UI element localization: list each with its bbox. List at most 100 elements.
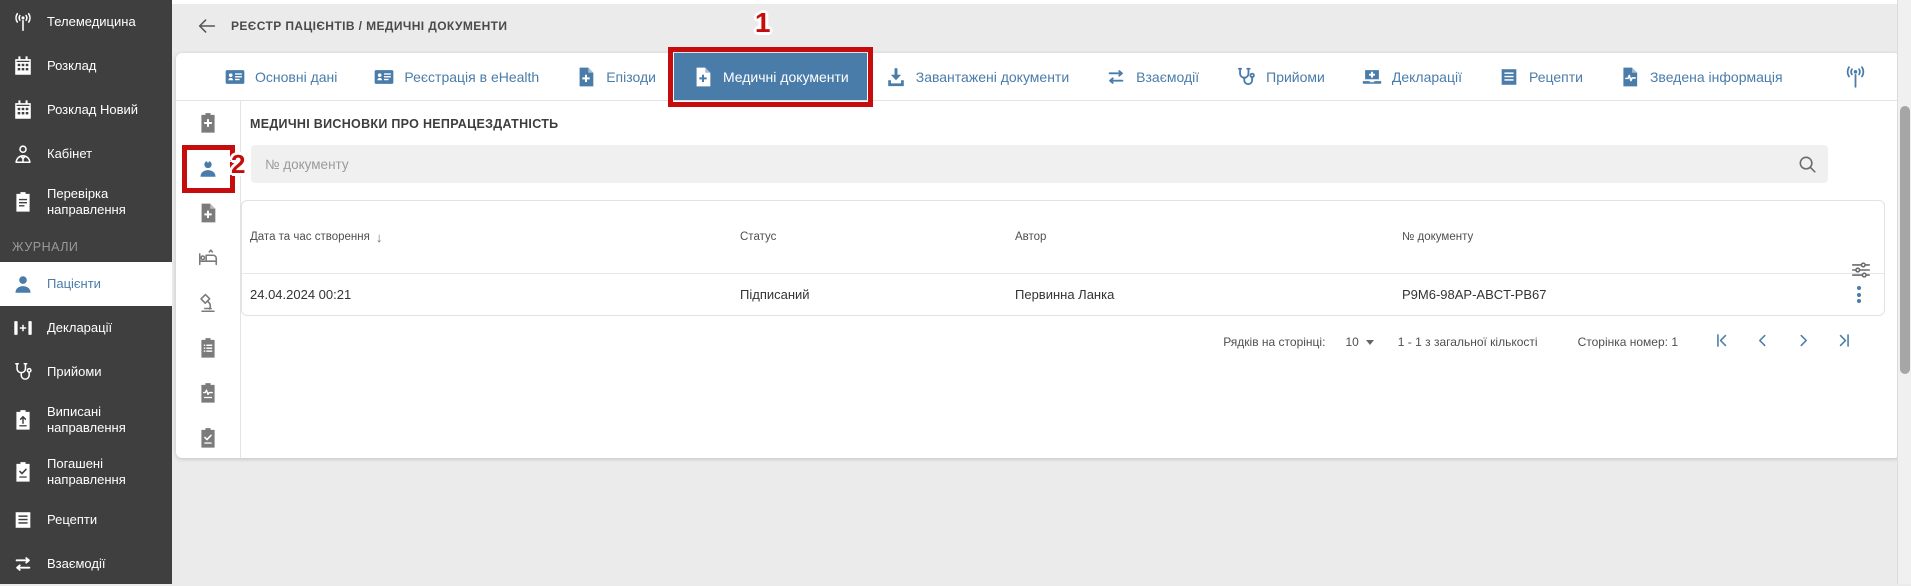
sidebar-item-schedule[interactable]: Розклад (0, 44, 172, 88)
scrollbar-thumb[interactable] (1900, 106, 1910, 374)
sidebar-item-label: Рецепти (47, 512, 155, 528)
laptop-plus-icon (1361, 66, 1383, 88)
stethoscope-icon (1235, 66, 1257, 88)
table-row[interactable]: 24.04.2024 00:21 Підписаний Первинна Лан… (242, 274, 1884, 315)
receipt-icon (12, 509, 34, 531)
last-page-icon (1835, 331, 1854, 350)
back-arrow-icon[interactable] (196, 15, 218, 37)
column-header-doc-number: № документу (1394, 231, 1836, 243)
vertical-scrollbar[interactable] (1897, 0, 1911, 584)
search-button[interactable] (1796, 153, 1818, 175)
page-number-label: Сторінка номер: 1 (1578, 335, 1678, 349)
microscope-icon (197, 292, 219, 314)
range-label: 1 - 1 з загальної кількості (1398, 335, 1538, 349)
bed-icon (197, 247, 219, 269)
sidebar-item-issued-referrals[interactable]: Виписані направлення (0, 394, 172, 446)
sidebar-item-label: Прийоми (47, 364, 155, 380)
annotation-step-2: 2 (231, 149, 245, 180)
filter-button[interactable] (1850, 259, 1872, 281)
strip-item-clipboard-pulse[interactable] (197, 382, 219, 404)
strip-item-file-plus[interactable] (197, 202, 219, 224)
tab-label: Взаємодії (1136, 69, 1199, 85)
sidebar-section-journals: ЖУРНАЛИ (0, 228, 172, 262)
sidebar-item-label: Погашені направлення (47, 456, 155, 489)
previous-page-button[interactable] (1753, 331, 1772, 353)
column-header-status: Статус (732, 231, 1007, 243)
cell-status: Підписаний (732, 287, 1007, 302)
sidebar-item-schedule-new[interactable]: Розклад Новий (0, 88, 172, 132)
cell-doc-number: P9M6-98AP-ABCT-PB67 (1394, 287, 1836, 302)
tab-episodes[interactable]: Епізоди (557, 53, 674, 100)
sidebar-item-redeemed-referrals[interactable]: Погашені направлення (0, 446, 172, 498)
first-page-button[interactable] (1712, 331, 1731, 353)
sidebar-item-label: Розклад Новий (47, 102, 155, 118)
tab-prescriptions[interactable]: Рецепти (1480, 53, 1601, 100)
clipboard-lines-icon (12, 191, 34, 213)
next-page-button[interactable] (1794, 331, 1813, 353)
sidebar: Телемедицина Розклад Розклад Новий Кабін… (0, 0, 172, 584)
file-plus-icon (575, 66, 597, 88)
sort-desc-icon[interactable]: ↓ (376, 230, 383, 245)
file-plus-icon (692, 66, 714, 88)
antenna-icon (1843, 64, 1868, 89)
declaration-icon (12, 317, 34, 339)
column-header-created[interactable]: Дата та час створення ↓ (242, 230, 732, 245)
strip-item-hospitalization[interactable] (197, 247, 219, 269)
strip-item-clipboard-check[interactable] (197, 427, 219, 449)
search-input[interactable] (251, 145, 1828, 183)
strip-item-clipboard-plus[interactable] (197, 112, 219, 134)
sidebar-item-appointments[interactable]: Прийоми (0, 350, 172, 394)
tab-medical-documents[interactable]: Медичні документи 1 (674, 53, 867, 100)
file-pulse-icon (1619, 66, 1641, 88)
tab-main-data[interactable]: Основні дані (206, 53, 355, 100)
tab-label: Епізоди (606, 69, 656, 85)
sidebar-item-declarations[interactable]: Декларації (0, 306, 172, 350)
tab-summary-info[interactable]: Зведена інформація (1601, 53, 1801, 100)
breadcrumb: РЕЄСТР ПАЦІЄНТІВ / МЕДИЧНІ ДОКУМЕНТИ (231, 19, 507, 33)
tab-label: Реєстрація в eHealth (404, 69, 539, 85)
sidebar-item-label: Декларації (47, 320, 155, 336)
sidebar-item-cabinet[interactable]: Кабінет (0, 132, 172, 176)
strip-item-diagnostics[interactable] (197, 292, 219, 314)
chevron-right-icon (1794, 331, 1813, 350)
rows-per-page-label: Рядків на сторінці: (1223, 335, 1325, 349)
id-card-icon (373, 66, 395, 88)
swap-arrows-icon (12, 553, 34, 575)
rows-per-page-value: 10 (1345, 335, 1358, 349)
tab-label: Завантажені документи (916, 69, 1069, 85)
breadcrumb-bar: РЕЄСТР ПАЦІЄНТІВ / МЕДИЧНІ ДОКУМЕНТИ (172, 4, 507, 48)
tab-ehealth-registration[interactable]: Реєстрація в eHealth (355, 53, 557, 100)
strip-item-clipboard-list[interactable] (197, 337, 219, 359)
clipboard-check-icon (197, 427, 219, 449)
first-page-icon (1712, 331, 1731, 350)
sidebar-item-telemedicine[interactable]: Телемедицина (0, 0, 172, 44)
document-type-strip: 2 (176, 100, 241, 458)
sidebar-item-referral-check[interactable]: Перевірка направлення (0, 176, 172, 228)
medical-documents-panel: МЕДИЧНІ ВИСНОВКИ ПРО НЕПРАЦЕЗДАТНІСТЬ Да… (240, 100, 1900, 458)
search-icon (1796, 153, 1818, 175)
clipboard-list-icon (197, 337, 219, 359)
sidebar-item-prescriptions[interactable]: Рецепти (0, 498, 172, 542)
tab-label: Прийоми (1266, 69, 1325, 85)
download-icon (885, 66, 907, 88)
sidebar-item-interactions[interactable]: Взаємодії (0, 542, 172, 586)
rows-per-page-select[interactable]: 10 (1345, 335, 1373, 349)
tab-declarations[interactable]: Декларації (1343, 53, 1480, 100)
doctor-icon (12, 143, 34, 165)
annotation-step-1: 1 (755, 7, 771, 39)
tab-label: Основні дані (255, 69, 337, 85)
calendar-icon (12, 55, 34, 77)
tab-interactions[interactable]: Взаємодії (1087, 53, 1217, 100)
calendar-icon (12, 99, 34, 121)
last-page-button[interactable] (1835, 331, 1854, 353)
tab-appointments[interactable]: Прийоми (1217, 53, 1343, 100)
sidebar-item-patients[interactable]: Пацієнти (0, 262, 172, 306)
tab-uploaded-documents[interactable]: Завантажені документи (867, 53, 1087, 100)
strip-item-disability-conclusions[interactable]: 2 (197, 157, 219, 179)
sidebar-item-label: Перевірка направлення (47, 186, 155, 219)
connectivity-status[interactable] (1843, 64, 1868, 89)
row-actions-button[interactable] (1844, 280, 1874, 310)
cell-created: 24.04.2024 00:21 (242, 287, 732, 302)
stethoscope-icon (12, 361, 34, 383)
pagination-bar: Рядків на сторінці: 10 1 - 1 з загальної… (240, 325, 1900, 359)
